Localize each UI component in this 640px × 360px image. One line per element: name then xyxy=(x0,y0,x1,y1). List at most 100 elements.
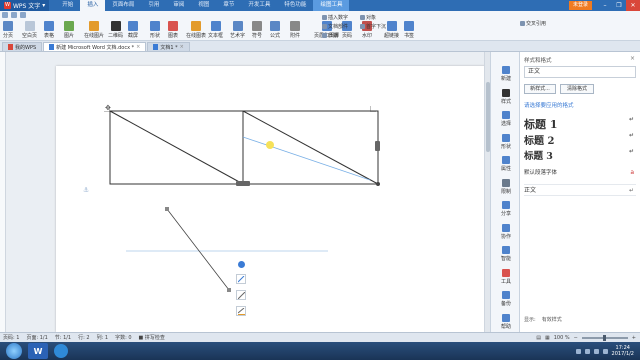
app-menu-button[interactable]: W WPS 文字 ▾ xyxy=(0,0,50,11)
current-style-field[interactable]: 正文 xyxy=(524,66,636,78)
menu-item-6[interactable]: 章节 xyxy=(216,0,241,11)
style-item-default-font[interactable]: 默认段落字体 a xyxy=(524,167,636,179)
outline-color-icon[interactable] xyxy=(236,306,246,316)
menu-item-0[interactable]: 开始 xyxy=(55,0,80,11)
line-endpoint-handle[interactable] xyxy=(227,288,231,292)
document-tab-2[interactable]: 文档1 * × xyxy=(147,42,190,51)
ribbon-button-online-chart[interactable]: 在线图表 xyxy=(186,21,206,39)
menu-item-8[interactable]: 特色功能 xyxy=(277,0,313,11)
status-word-count[interactable]: 字数: 0 xyxy=(115,334,131,341)
menu-item-9[interactable]: 绘图工具 xyxy=(313,0,350,11)
zoom-in-icon[interactable]: + xyxy=(632,335,636,341)
side-tool-tool[interactable]: 工具 xyxy=(494,268,518,285)
rectangle-shape[interactable] xyxy=(109,110,379,185)
ribbon-small-cross-reference[interactable]: 交叉引用 xyxy=(520,20,546,27)
zoom-slider-knob[interactable] xyxy=(603,334,607,341)
menu-item-5[interactable]: 视图 xyxy=(191,0,216,11)
zoom-slider[interactable] xyxy=(581,334,628,341)
status-spell-check[interactable]: ■ 拼写检查 xyxy=(139,334,165,341)
show-select[interactable]: 有效样式 xyxy=(542,316,562,323)
shape-style-icon[interactable] xyxy=(236,274,246,284)
resize-handle-right[interactable] xyxy=(375,141,380,151)
side-tool-shape[interactable]: 形状 xyxy=(494,133,518,150)
side-tool-collaborate[interactable]: 协作 xyxy=(494,223,518,240)
redo-icon[interactable] xyxy=(20,12,26,18)
ribbon-button-qrcode[interactable]: 二维码 xyxy=(108,21,123,39)
side-tool-backup[interactable]: 备份 xyxy=(494,291,518,307)
ribbon-button-symbol[interactable]: 符号 xyxy=(252,21,262,39)
ribbon-button-page-break[interactable]: 分页 xyxy=(3,21,13,39)
network-icon[interactable] xyxy=(593,348,599,354)
line-shape[interactable] xyxy=(166,208,230,291)
menu-item-7[interactable]: 开发工具 xyxy=(241,0,277,11)
style-item-heading-2[interactable]: 标题 2 ↵ xyxy=(524,132,636,147)
ribbon-small-date[interactable]: 日期 xyxy=(322,32,338,39)
view-mode-icon[interactable]: ▤ xyxy=(536,335,541,341)
minimize-icon[interactable]: – xyxy=(598,0,612,11)
ribbon-button-screenshot[interactable]: 截屏 xyxy=(128,21,138,39)
tray-icon[interactable] xyxy=(584,348,590,354)
style-item-normal[interactable]: 正文 ↵ xyxy=(524,184,636,196)
ribbon-button-blank-page[interactable]: 空白页 xyxy=(22,21,37,39)
zoom-out-icon[interactable]: − xyxy=(574,335,578,341)
view-mode-icon[interactable]: ▦ xyxy=(545,335,550,341)
zoom-value[interactable]: 100 % xyxy=(554,335,570,341)
tray-icon[interactable] xyxy=(575,348,581,354)
document-tab-0[interactable]: 我的WPS xyxy=(2,42,43,51)
resize-handle-corner[interactable] xyxy=(376,182,380,186)
side-tool-help[interactable]: 帮助 xyxy=(494,313,518,330)
side-tool-select[interactable]: 选择 xyxy=(494,111,518,127)
ribbon-button-picture[interactable]: 图片 xyxy=(64,21,74,39)
layout-options-icon[interactable] xyxy=(237,261,245,268)
close-icon[interactable]: × xyxy=(630,55,635,62)
line-endpoint-handle[interactable] xyxy=(165,207,169,211)
login-button[interactable]: 未登录 xyxy=(568,1,592,10)
save-icon[interactable] xyxy=(2,12,8,18)
menu-item-3[interactable]: 引用 xyxy=(141,0,166,11)
status-section[interactable]: 节: 1/1 xyxy=(55,334,71,341)
style-item-heading-3[interactable]: 标题 3 ↵ xyxy=(524,148,636,162)
menu-item-1[interactable]: 插入 xyxy=(80,0,106,11)
ribbon-small-drop-cap[interactable]: 首字下沉 xyxy=(360,23,386,30)
side-tool-style[interactable]: 样式 xyxy=(494,88,518,105)
ribbon-button-hyperlink[interactable]: 超链接 xyxy=(384,21,399,39)
side-tool-share[interactable]: 分享 xyxy=(494,201,518,217)
close-tab-icon[interactable]: × xyxy=(136,44,140,50)
ribbon-small-doc-parts[interactable]: 文档部件 xyxy=(322,23,348,30)
style-item-heading-1[interactable]: 标题 1 ↵ xyxy=(524,116,636,132)
diagonal-line-left[interactable] xyxy=(109,110,244,185)
menu-item-4[interactable]: 审阅 xyxy=(166,0,191,11)
clear-format-button[interactable]: 清除格式 xyxy=(560,84,594,94)
ribbon-button-bookmark[interactable]: 书签 xyxy=(404,21,414,39)
side-tool-restrict[interactable]: 限制 xyxy=(494,178,518,195)
close-icon[interactable]: ✕ xyxy=(626,0,640,11)
ribbon-button-online-picture[interactable]: 在线图片 xyxy=(84,21,104,39)
ribbon-button-shape[interactable]: 形状 xyxy=(150,21,160,39)
close-tab-icon[interactable]: × xyxy=(180,44,184,50)
resize-handle-bottom[interactable] xyxy=(236,181,250,186)
side-tool-property[interactable]: 属性 xyxy=(494,156,518,172)
side-tool-smart[interactable]: 智能 xyxy=(494,246,518,262)
menu-item-2[interactable]: 页面布局 xyxy=(105,0,141,11)
start-button-icon[interactable] xyxy=(6,343,22,359)
wps-taskbar-icon[interactable]: W xyxy=(28,343,48,359)
maximize-icon[interactable]: ❐ xyxy=(612,0,626,11)
ribbon-button-attachment[interactable]: 附件 xyxy=(290,21,300,39)
line-style-icon[interactable] xyxy=(236,290,246,300)
side-tool-new[interactable]: 新建 xyxy=(494,66,518,82)
volume-icon[interactable] xyxy=(602,348,608,354)
browser-taskbar-icon[interactable] xyxy=(54,344,68,358)
ribbon-button-textbox[interactable]: 文本框 xyxy=(208,21,223,39)
ribbon-button-formula[interactable]: 公式 xyxy=(270,21,280,39)
new-style-button[interactable]: 新样式... xyxy=(524,84,556,94)
ribbon-button-chart[interactable]: 图表 xyxy=(168,21,178,39)
undo-icon[interactable] xyxy=(11,12,17,18)
diagonal-line-right[interactable] xyxy=(242,110,379,185)
ribbon-small-object[interactable]: 对象 xyxy=(360,14,376,21)
document-tab-1[interactable]: 新建 Microsoft Word 文档.docx * × xyxy=(43,42,147,51)
ribbon-small-insert-number[interactable]: 插入数字 xyxy=(322,14,348,21)
ribbon-button-table[interactable]: 表格 xyxy=(44,21,54,39)
move-handle-icon[interactable]: ✥ xyxy=(105,104,111,112)
ribbon-button-wordart[interactable]: 艺术字 xyxy=(230,21,245,39)
clock[interactable]: 17:24 2017/1/2 xyxy=(612,345,634,357)
